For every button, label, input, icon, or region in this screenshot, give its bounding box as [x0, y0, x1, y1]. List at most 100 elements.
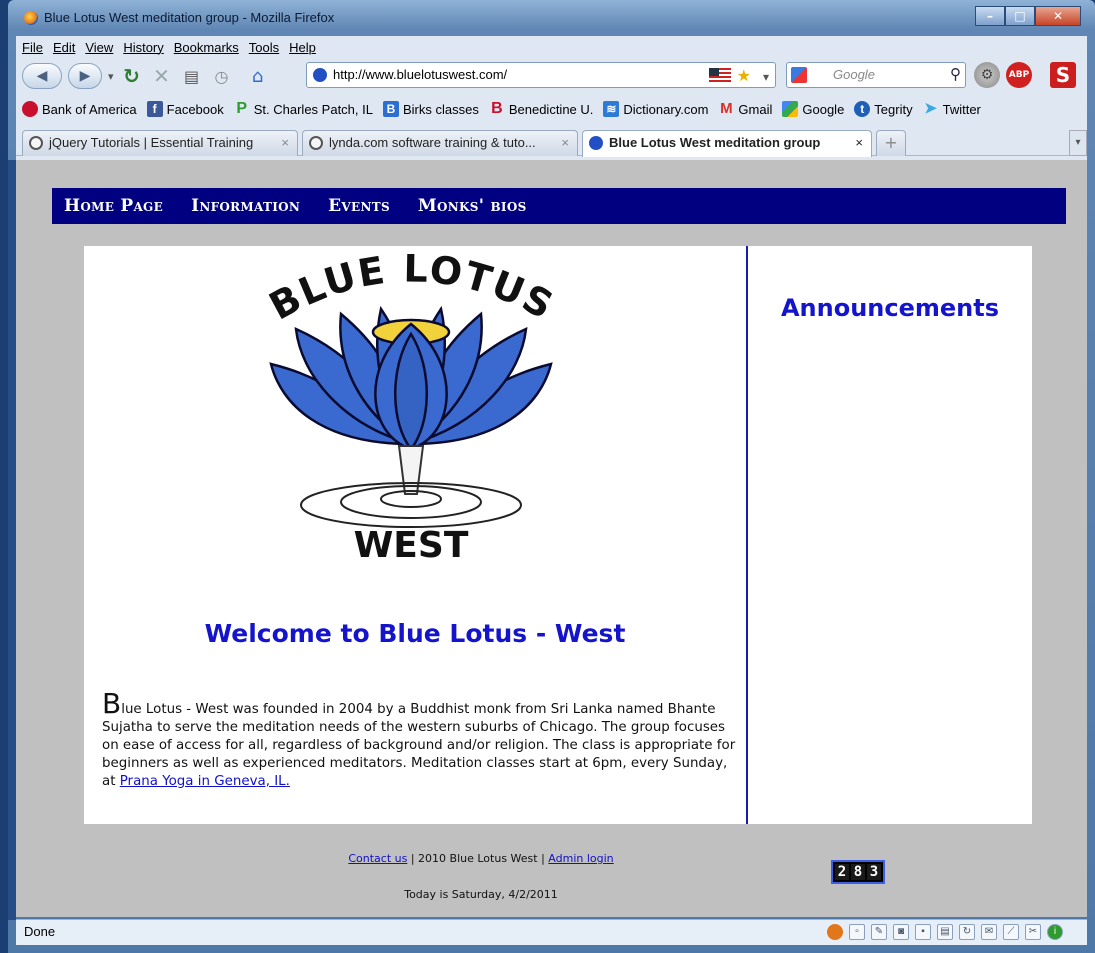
- bookmark-bank-of-america[interactable]: Bank of America: [22, 101, 137, 117]
- menu-bookmarks[interactable]: Bookmarks: [174, 40, 239, 55]
- footer-copyright: | 2010 Blue Lotus West |: [407, 852, 549, 865]
- menu-help[interactable]: Help: [289, 40, 316, 55]
- bookmark-label: Birks classes: [402, 101, 479, 117]
- menu-file[interactable]: File: [22, 40, 43, 55]
- svg-text:BLUE LOTUS: BLUE LOTUS: [262, 254, 561, 329]
- contact-us-link[interactable]: Contact us: [348, 852, 407, 865]
- refresh-icon[interactable]: ↻: [959, 924, 975, 940]
- twitter-icon: ➤: [924, 100, 937, 117]
- nav-information[interactable]: Information: [191, 196, 300, 216]
- site-favicon-icon: [313, 68, 327, 82]
- forward-arrow-icon: ▶: [79, 68, 91, 84]
- benedictine-icon: B: [491, 100, 503, 117]
- welcome-heading: Welcome to Blue Lotus - West: [204, 619, 626, 648]
- save-icon[interactable]: ▪: [915, 924, 931, 940]
- lynda-favicon-icon: [29, 136, 43, 150]
- intro-dropcap: B: [102, 687, 122, 720]
- pencil-icon[interactable]: ✎: [871, 924, 887, 940]
- close-button[interactable]: ✕: [1035, 6, 1081, 26]
- bookmark-birks-classes[interactable]: B Birks classes: [382, 101, 479, 117]
- browser-chrome: File Edit View History Bookmarks Tools H…: [16, 36, 1087, 160]
- content-panel: BLUE LOTUS WEST Welcome to Blue Lotus - …: [84, 246, 1032, 824]
- menu-bar: File Edit View History Bookmarks Tools H…: [16, 36, 1087, 58]
- dictionary-icon: ≋: [603, 101, 620, 117]
- admin-login-link[interactable]: Admin login: [548, 852, 613, 865]
- back-button[interactable]: ◀: [22, 63, 62, 89]
- printer-icon[interactable]: ▤: [937, 924, 953, 940]
- reload-icon[interactable]: ↻: [120, 64, 144, 88]
- navigation-toolbar: ◀ ▶ ▾ ↻ ✕ ▤ ◷ ⌂ http://www.bluelotuswest…: [16, 58, 1087, 94]
- tab-jquery-tutorials[interactable]: jQuery Tutorials | Essential Training ×: [22, 130, 298, 156]
- clock-icon[interactable]: ◷: [210, 67, 234, 86]
- tab-close-icon[interactable]: ×: [855, 131, 863, 155]
- tab-lynda[interactable]: lynda.com software training & tuto... ×: [302, 130, 578, 156]
- tab-blue-lotus[interactable]: Blue Lotus West meditation group ×: [582, 130, 872, 157]
- bookmark-dictionary[interactable]: ≋ Dictionary.com: [603, 101, 708, 117]
- maximize-button[interactable]: □: [1005, 6, 1035, 26]
- bookmark-st-charles-patch[interactable]: P St. Charles Patch, IL: [234, 101, 373, 117]
- status-bar: Done ▫ ✎ ◙ ▪ ▤ ↻ ✉ ⟋ ✂ i: [16, 919, 1087, 945]
- tab-list-button[interactable]: ▾: [1069, 130, 1087, 156]
- search-engine-icon[interactable]: [791, 67, 807, 83]
- minimize-button[interactable]: –: [975, 6, 1005, 26]
- nav-events[interactable]: Events: [328, 196, 390, 216]
- menu-edit[interactable]: Edit: [53, 40, 75, 55]
- firefox-status-icon[interactable]: [827, 924, 843, 940]
- new-tab-button[interactable]: +: [876, 130, 906, 156]
- tab-strip: jQuery Tutorials | Essential Training × …: [16, 126, 1087, 157]
- bookmark-tegrity[interactable]: t Tegrity: [854, 101, 913, 117]
- menu-history[interactable]: History: [123, 40, 163, 55]
- url-bar[interactable]: http://www.bluelotuswest.com/ ★ ▾: [306, 62, 776, 88]
- stop-icon[interactable]: ✕: [150, 64, 174, 88]
- bookmark-label: St. Charles Patch, IL: [253, 101, 373, 117]
- tab-close-icon[interactable]: ×: [281, 131, 289, 155]
- gear-icon[interactable]: ⚙: [974, 62, 1000, 88]
- firefox-window: Blue Lotus West meditation group - Mozil…: [0, 0, 1095, 953]
- chart-icon[interactable]: ⟋: [1003, 924, 1019, 940]
- mail-icon[interactable]: ✉: [981, 924, 997, 940]
- page-icon[interactable]: ▫: [849, 924, 865, 940]
- bookmark-twitter[interactable]: ➤ Twitter: [923, 101, 981, 117]
- history-dropdown-icon[interactable]: ▾: [108, 70, 114, 83]
- tools-icon[interactable]: ✂: [1025, 924, 1041, 940]
- footer-links: Contact us | 2010 Blue Lotus West | Admi…: [16, 852, 946, 865]
- lynda-favicon-icon: [309, 136, 323, 150]
- tab-label: jQuery Tutorials | Essential Training: [49, 135, 254, 150]
- search-field[interactable]: Google ⚲: [786, 62, 966, 88]
- url-text: http://www.bluelotuswest.com/: [333, 67, 508, 82]
- nav-monks-bios[interactable]: Monks' bios: [418, 196, 527, 216]
- site-nav: Home Page Information Events Monks' bios: [52, 188, 1066, 224]
- bookmark-facebook[interactable]: f Facebook: [146, 101, 224, 117]
- bookmark-gmail[interactable]: M Gmail: [718, 101, 772, 117]
- camera-icon[interactable]: ◙: [893, 924, 909, 940]
- adblock-icon[interactable]: ABP: [1006, 62, 1032, 88]
- intro-paragraph: Blue Lotus - West was founded in 2004 by…: [102, 690, 742, 791]
- menu-view[interactable]: View: [85, 40, 113, 55]
- firefox-icon: [24, 11, 38, 25]
- s-addon-icon[interactable]: S: [1050, 62, 1076, 88]
- bookmark-star-icon[interactable]: ★: [737, 65, 751, 89]
- bookmark-label: Benedictine U.: [508, 101, 594, 117]
- bookmark-label: Tegrity: [874, 101, 913, 117]
- hit-counter: 2 8 3: [831, 860, 885, 884]
- url-dropdown-icon[interactable]: ▾: [763, 65, 769, 89]
- info-icon[interactable]: i: [1047, 924, 1063, 940]
- window-title: Blue Lotus West meditation group - Mozil…: [44, 10, 335, 25]
- bookmark-google[interactable]: Google: [782, 101, 844, 117]
- status-icons: ▫ ✎ ◙ ▪ ▤ ↻ ✉ ⟋ ✂ i: [827, 924, 1063, 940]
- tab-close-icon[interactable]: ×: [561, 131, 569, 155]
- menu-tools[interactable]: Tools: [249, 40, 279, 55]
- search-icon[interactable]: ⚲: [950, 63, 961, 87]
- nav-home-page[interactable]: Home Page: [64, 196, 163, 216]
- print-icon[interactable]: ▤: [180, 67, 204, 86]
- bookmark-label: Facebook: [166, 101, 224, 117]
- prana-yoga-link[interactable]: Prana Yoga in Geneva, IL.: [120, 774, 290, 789]
- plus-icon: +: [884, 133, 898, 152]
- bank-of-america-icon: [22, 101, 38, 117]
- forward-button[interactable]: ▶: [68, 63, 102, 89]
- bookmark-benedictine[interactable]: B Benedictine U.: [489, 100, 594, 117]
- status-text: Done: [24, 924, 56, 939]
- home-icon[interactable]: ⌂: [246, 66, 270, 87]
- birks-icon: B: [382, 101, 399, 117]
- title-bar[interactable]: Blue Lotus West meditation group - Mozil…: [16, 6, 1087, 30]
